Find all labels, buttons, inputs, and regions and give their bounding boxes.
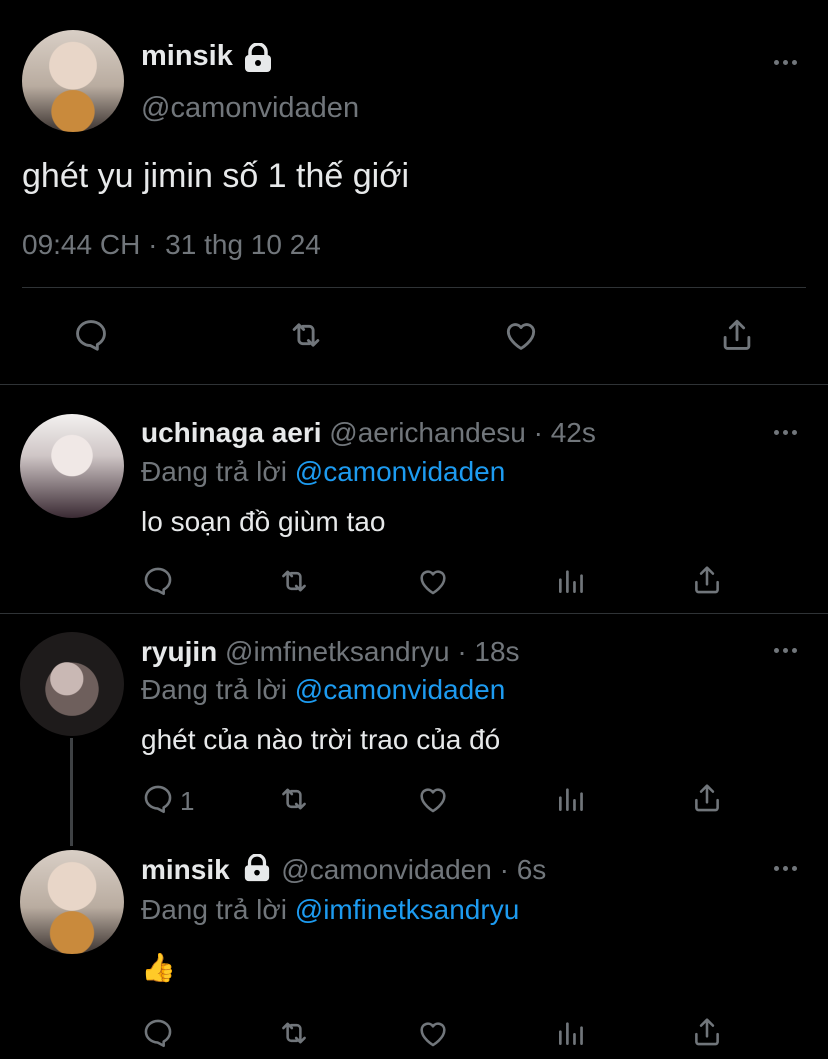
replying-label: Đang trả lời (141, 674, 287, 705)
author-name[interactable]: minsik (141, 40, 233, 72)
retweet-icon[interactable] (276, 564, 312, 598)
reply-text: ghét của nào trời trao của đó (141, 724, 501, 755)
replying-to: Đang trả lời @camonvidaden (141, 674, 505, 706)
reply-header: minsik @camonvidaden · 6s (141, 853, 547, 889)
divider (22, 287, 806, 288)
retweet-icon[interactable] (276, 782, 312, 816)
reply-icon[interactable] (141, 1016, 175, 1050)
reply-count: 1 (180, 786, 195, 816)
views-icon[interactable] (555, 782, 587, 816)
divider (0, 384, 828, 385)
more-icon[interactable] (774, 866, 797, 871)
retweet-icon[interactable] (276, 1016, 312, 1050)
author-handle[interactable]: @camonvidaden (141, 92, 359, 125)
avatar[interactable] (22, 30, 124, 132)
views-icon[interactable] (555, 564, 587, 598)
replying-label: Đang trả lời (141, 894, 287, 925)
author-name[interactable]: uchinaga aeri (141, 417, 322, 448)
author-handle[interactable]: @imfinetksandryu (225, 636, 450, 667)
share-icon[interactable] (690, 562, 724, 598)
replying-to: Đang trả lời @imfinetksandryu (141, 894, 519, 926)
more-icon[interactable] (774, 648, 797, 653)
reply-age: · 42s (533, 417, 596, 448)
thread-connector (70, 738, 73, 846)
like-icon[interactable] (415, 564, 451, 598)
reply-icon[interactable] (141, 782, 175, 816)
share-icon[interactable] (718, 315, 756, 355)
author-name[interactable]: ryujin (141, 636, 217, 667)
reply-icon[interactable] (141, 564, 175, 598)
avatar[interactable] (20, 850, 124, 954)
reply-icon[interactable] (72, 316, 110, 354)
reply-text: lo soạn đồ giùm tao (141, 506, 386, 537)
like-icon[interactable] (415, 1016, 451, 1050)
like-icon[interactable] (501, 316, 541, 354)
reply-header: ryujin @imfinetksandryu · 18s (141, 636, 520, 668)
more-icon[interactable] (774, 60, 797, 65)
reply-text: 👍 (141, 952, 176, 983)
author-handle[interactable]: @aerichandesu (329, 417, 526, 448)
author-row: minsik (141, 40, 275, 78)
replying-to-link[interactable]: @camonvidaden (295, 456, 506, 487)
author-name[interactable]: minsik (141, 854, 230, 885)
retweet-icon[interactable] (286, 316, 326, 354)
avatar[interactable] (20, 632, 124, 736)
like-icon[interactable] (415, 782, 451, 816)
more-icon[interactable] (774, 430, 797, 435)
replying-to-link[interactable]: @camonvidaden (295, 674, 506, 705)
replying-label: Đang trả lời (141, 456, 287, 487)
lock-icon (241, 853, 273, 889)
reply-age: · 18s (457, 636, 520, 667)
author-handle[interactable]: @camonvidaden (281, 854, 492, 885)
share-icon[interactable] (690, 780, 724, 816)
replying-to-link[interactable]: @imfinetksandryu (295, 894, 520, 925)
reply-age: · 6s (499, 854, 547, 885)
reply-header: uchinaga aeri @aerichandesu · 42s (141, 417, 596, 449)
tweet-text: ghét yu jimin số 1 thế giới (22, 157, 410, 195)
share-icon[interactable] (690, 1014, 724, 1050)
divider (0, 613, 828, 614)
tweet-timestamp[interactable]: 09:44 CH · 31 thg 10 24 (22, 229, 321, 261)
replying-to: Đang trả lời @camonvidaden (141, 456, 505, 488)
views-icon[interactable] (555, 1016, 587, 1050)
lock-icon (241, 42, 275, 78)
avatar[interactable] (20, 414, 124, 518)
